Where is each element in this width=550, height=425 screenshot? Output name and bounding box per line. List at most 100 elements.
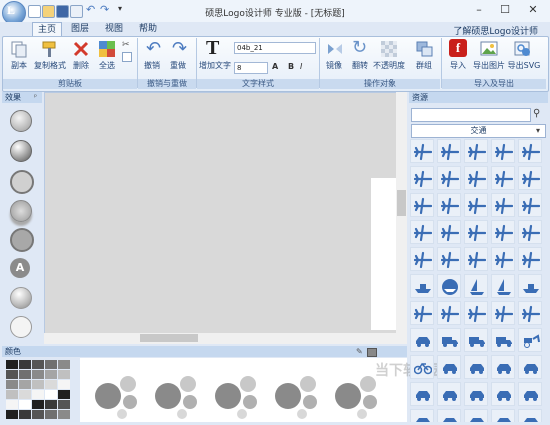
resource-truck-icon[interactable] (437, 328, 461, 352)
current-color-icon[interactable] (367, 348, 377, 357)
resource-car-icon[interactable] (437, 382, 461, 406)
resource-truck-icon[interactable] (464, 328, 488, 352)
color-swatch[interactable] (45, 400, 57, 409)
resource-sailboat-icon[interactable] (491, 274, 515, 298)
font-family-select[interactable]: 04b_21 (234, 42, 316, 54)
effect-stroke[interactable] (10, 228, 34, 252)
resource-car-icon[interactable] (518, 355, 542, 379)
paste-icon[interactable] (122, 52, 132, 62)
resource-airplane-icon[interactable] (437, 139, 461, 163)
resource-airplane-icon[interactable] (518, 166, 542, 190)
resource-category-select[interactable]: 交通 (411, 124, 546, 138)
color-swatch[interactable] (19, 360, 31, 369)
resource-bicycle-icon[interactable] (410, 355, 434, 379)
resource-search-input[interactable] (411, 108, 531, 122)
tab-home[interactable]: 主页 (32, 22, 62, 37)
resource-airplane-icon[interactable] (464, 247, 488, 271)
effect-gloss[interactable] (10, 287, 32, 309)
minimize-button[interactable]: – (466, 2, 492, 18)
resource-car-icon[interactable] (410, 328, 434, 352)
resource-airplane-icon[interactable] (491, 139, 515, 163)
group-button[interactable] (416, 40, 434, 61)
resource-airplane-icon[interactable] (437, 166, 461, 190)
resource-carriage-icon[interactable] (518, 328, 542, 352)
resource-car-icon[interactable] (518, 409, 542, 422)
color-swatch[interactable] (45, 410, 57, 419)
color-swatch[interactable] (6, 360, 18, 369)
effect-text[interactable]: A (10, 258, 30, 278)
cut-icon[interactable]: ✂ (122, 40, 132, 50)
resource-car-icon[interactable] (410, 409, 434, 422)
resource-airplane-icon[interactable] (437, 220, 461, 244)
format-painter-button[interactable] (40, 40, 58, 61)
resource-airplane-icon[interactable] (464, 301, 488, 325)
resource-car-icon[interactable] (437, 409, 461, 422)
color-swatch[interactable] (45, 380, 57, 389)
add-text-icon[interactable]: T (206, 38, 219, 58)
tab-help[interactable]: 帮助 (134, 22, 162, 36)
effect-reflection[interactable] (10, 200, 32, 222)
resource-airplane-icon[interactable] (518, 139, 542, 163)
resource-airplane-icon[interactable] (437, 247, 461, 271)
resource-airplane-icon[interactable] (437, 193, 461, 217)
color-swatch[interactable] (32, 410, 44, 419)
resource-airplane-icon[interactable] (464, 139, 488, 163)
color-swatch[interactable] (58, 360, 70, 369)
color-swatch[interactable] (32, 400, 44, 409)
maximize-button[interactable]: ☐ (492, 2, 518, 18)
export-image-button[interactable] (480, 40, 498, 61)
resource-car-icon[interactable] (464, 355, 488, 379)
search-icon[interactable]: ⚲ (533, 108, 540, 119)
canvas-horizontal-scrollbar[interactable] (44, 333, 396, 344)
tab-layers[interactable]: 图层 (66, 22, 94, 36)
pin-icon[interactable]: ᵖ (34, 93, 37, 101)
resource-truck-icon[interactable] (491, 328, 515, 352)
resource-airplane-icon[interactable] (491, 301, 515, 325)
resource-car-icon[interactable] (491, 382, 515, 406)
color-swatch[interactable] (58, 400, 70, 409)
color-swatch[interactable] (58, 390, 70, 399)
effect-outline[interactable] (10, 170, 34, 194)
color-swatch[interactable] (32, 360, 44, 369)
color-swatch[interactable] (58, 410, 70, 419)
resource-airplane-icon[interactable] (410, 193, 434, 217)
color-swatch[interactable] (6, 390, 18, 399)
color-swatch[interactable] (6, 400, 18, 409)
resource-airplane-icon[interactable] (518, 301, 542, 325)
font-color-button[interactable]: A (272, 62, 278, 71)
import-flash-icon[interactable]: f (449, 39, 467, 57)
chevron-down-icon[interactable]: ▾ (536, 126, 540, 135)
resource-car-icon[interactable] (518, 382, 542, 406)
resource-sailboat-icon[interactable] (464, 274, 488, 298)
font-size-select[interactable]: 8 (234, 62, 268, 74)
color-swatch[interactable] (32, 370, 44, 379)
color-swatches[interactable] (6, 360, 74, 419)
resource-airplane-icon[interactable] (410, 247, 434, 271)
canvas-paper[interactable] (371, 178, 397, 330)
effect-bevel[interactable] (10, 110, 32, 132)
resource-airplane-icon[interactable] (410, 139, 434, 163)
resource-car-icon[interactable] (437, 355, 461, 379)
resource-airplane-icon[interactable] (518, 193, 542, 217)
color-swatch[interactable] (45, 390, 57, 399)
color-swatch[interactable] (32, 380, 44, 389)
color-swatch[interactable] (19, 380, 31, 389)
effect-none[interactable] (10, 316, 32, 338)
color-swatch[interactable] (19, 390, 31, 399)
resource-airplane-icon[interactable] (410, 220, 434, 244)
color-swatch[interactable] (19, 370, 31, 379)
resource-car-icon[interactable] (491, 355, 515, 379)
opacity-button[interactable] (380, 40, 398, 61)
resource-ship-icon[interactable] (410, 274, 434, 298)
resource-car-icon[interactable] (410, 382, 434, 406)
color-swatch[interactable] (32, 390, 44, 399)
horizontal-scroll-thumb[interactable] (140, 334, 198, 342)
italic-button[interactable]: I (300, 62, 302, 71)
resource-airplane-icon[interactable] (464, 166, 488, 190)
resource-airplane-icon[interactable] (410, 301, 434, 325)
resource-airplane-icon[interactable] (410, 166, 434, 190)
color-swatch[interactable] (58, 370, 70, 379)
color-swatch[interactable] (58, 380, 70, 389)
resource-ship-icon[interactable] (518, 274, 542, 298)
resource-boat-icon[interactable] (437, 274, 461, 298)
